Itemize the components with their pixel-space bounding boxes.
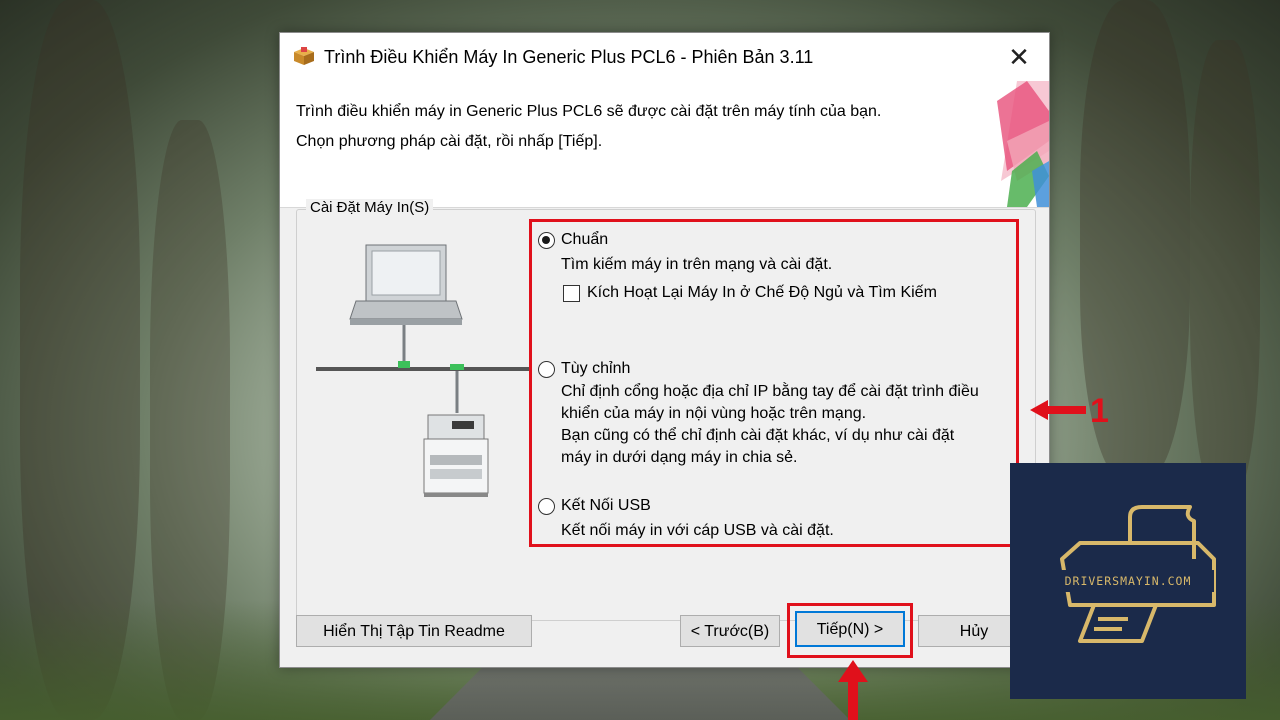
header-text-1: Trình điều khiển máy in Generic Plus PCL… bbox=[296, 103, 882, 120]
radio-usb[interactable] bbox=[538, 498, 555, 515]
checkbox-wake-printer[interactable] bbox=[563, 285, 580, 302]
banner-graphic bbox=[997, 81, 1049, 207]
close-icon[interactable]: ✕ bbox=[1003, 41, 1035, 73]
installer-dialog: Trình Điều Khiển Máy In Generic Plus PCL… bbox=[279, 32, 1050, 668]
option-standard-label[interactable]: Chuẩn bbox=[561, 231, 608, 249]
group-label: Cài Đặt Máy In(S) bbox=[306, 199, 434, 216]
tree-trunk bbox=[1190, 40, 1260, 500]
back-button[interactable]: < Trước(B) bbox=[680, 615, 780, 647]
dialog-header: Trình điều khiển máy in Generic Plus PCL… bbox=[280, 81, 1049, 208]
option-usb-desc: Kết nối máy in với cáp USB và cài đặt. bbox=[561, 522, 834, 539]
header-text-2: Chọn phương pháp cài đặt, rồi nhấp [Tiếp… bbox=[296, 133, 603, 150]
installer-box-icon bbox=[294, 47, 314, 65]
readme-button[interactable]: Hiển Thị Tập Tin Readme bbox=[296, 615, 532, 647]
left-arrow-icon bbox=[1030, 400, 1086, 420]
radio-standard[interactable] bbox=[538, 232, 555, 249]
window-title: Trình Điều Khiển Máy In Generic Plus PCL… bbox=[324, 47, 814, 67]
option-standard-desc: Tìm kiếm máy in trên mạng và cài đặt. bbox=[561, 256, 833, 273]
next-button[interactable]: Tiếp(N) > bbox=[795, 611, 905, 647]
option-custom-desc: khiển của máy in nội vùng hoặc trên mạng… bbox=[561, 405, 867, 422]
drivers-logo: DRIVERSMAYIN.COM bbox=[1010, 463, 1246, 699]
option-usb-label[interactable]: Kết Nối USB bbox=[561, 497, 651, 515]
option-custom-desc: Chỉ định cổng hoặc địa chỉ IP bằng tay đ… bbox=[561, 383, 979, 400]
title-bar: Trình Điều Khiển Máy In Generic Plus PCL… bbox=[280, 33, 1049, 81]
checkbox-wake-printer-label[interactable]: Kích Hoạt Lại Máy In ở Chế Độ Ngủ và Tìm… bbox=[587, 282, 937, 304]
option-custom-desc: Bạn cũng có thể chỉ định cài đặt khác, v… bbox=[561, 427, 955, 444]
option-custom-desc: máy in dưới dạng máy in chia sẻ. bbox=[561, 449, 798, 466]
up-arrow-icon bbox=[838, 660, 868, 720]
logo-text: DRIVERSMAYIN.COM bbox=[1042, 570, 1214, 592]
radio-custom[interactable] bbox=[538, 361, 555, 378]
annotation-number: 1 bbox=[1090, 392, 1109, 430]
option-custom-label[interactable]: Tùy chỉnh bbox=[561, 360, 630, 378]
network-illustration bbox=[316, 244, 530, 497]
